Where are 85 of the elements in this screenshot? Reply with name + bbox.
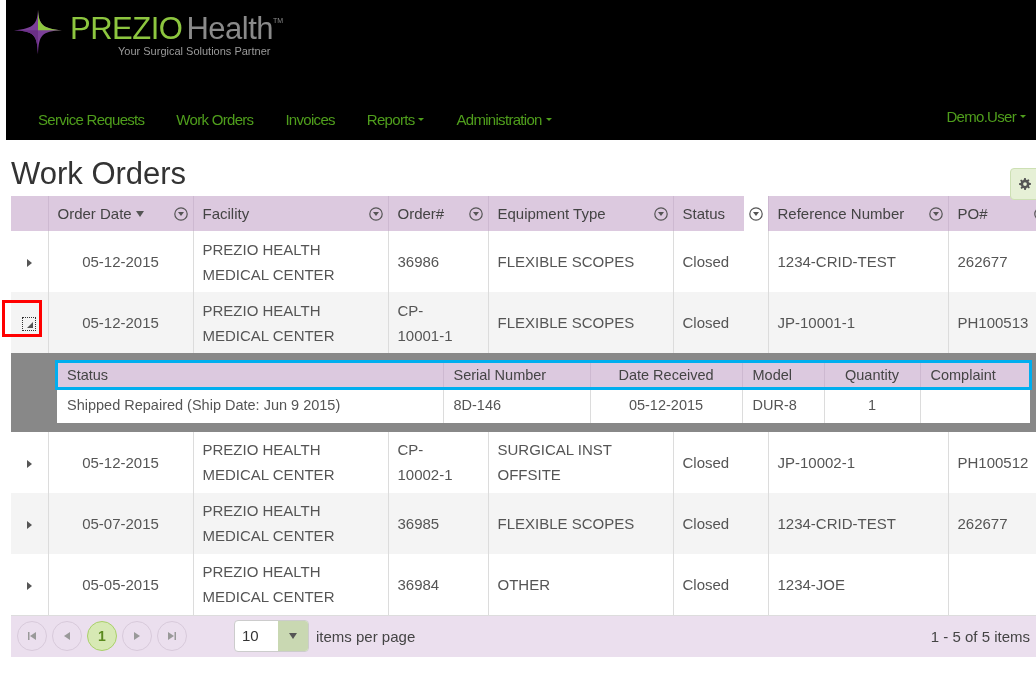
table-cell: 05-05-2015: [82, 575, 159, 593]
brand-name-suffix: Health: [186, 14, 273, 44]
column-header[interactable]: Serial Number: [443, 362, 590, 389]
table-cell: Closed: [682, 253, 730, 270]
table-cell: PREZIO HEALTH MEDICAL CENTER: [202, 563, 335, 605]
table-cell: SURGICAL INST OFFSITE: [497, 441, 612, 483]
column-header[interactable]: Model: [742, 362, 824, 389]
previous-page-icon: [64, 632, 70, 640]
expand-triangle-icon: [26, 259, 32, 268]
table-cell: 8D-146: [453, 397, 502, 414]
nav-link[interactable]: Invoices: [285, 111, 335, 128]
nav-link[interactable]: Administration: [456, 111, 552, 128]
settings-button[interactable]: [1010, 168, 1036, 200]
column-header[interactable]: Date Received: [590, 362, 742, 389]
table-cell: Closed: [682, 575, 730, 593]
table-cell: Closed: [682, 514, 730, 532]
table-cell: FLEXIBLE SCOPES: [497, 253, 635, 270]
first-page-icon: [28, 632, 36, 640]
column-header[interactable]: Complaint: [920, 362, 1030, 389]
table-cell: 1234-CRID-TEST: [777, 253, 896, 270]
page-size-select[interactable]: 10: [234, 620, 309, 652]
table-cell: 05-12-2015: [628, 397, 704, 414]
table-cell: Shipped Repaired (Ship Date: Jun 9 2015): [67, 397, 341, 414]
table-cell: 05-12-2015: [82, 253, 159, 270]
collapse-triangle-icon: [27, 322, 34, 329]
table-cell: PREZIO HEALTH MEDICAL CENTER: [202, 301, 335, 344]
table-cell: 05-12-2015: [82, 314, 159, 331]
last-page-icon: [168, 632, 176, 640]
filter-icon[interactable]: [928, 206, 943, 221]
table-cell: DUR-8: [752, 397, 797, 414]
filter-icon[interactable]: [368, 206, 383, 221]
expand-triangle-icon: [26, 581, 32, 590]
column-header[interactable]: Order#: [388, 196, 488, 231]
column-header[interactable]: Facility: [193, 196, 388, 231]
table-cell: 36986: [397, 253, 440, 270]
table-cell: 262677: [957, 253, 1008, 270]
table-cell: 1234-CRID-TEST: [777, 514, 896, 532]
column-header[interactable]: Order Date: [48, 196, 193, 231]
table-cell: 1: [867, 397, 877, 414]
user-menu[interactable]: Demo.User: [946, 108, 1026, 125]
table-cell: CP-10002-1: [397, 441, 453, 483]
table-cell: 05-12-2015: [82, 453, 159, 471]
dropdown-caret-icon: [289, 633, 297, 639]
column-header[interactable]: PO#: [948, 196, 1036, 231]
column-header[interactable]: Reference Number: [768, 196, 948, 231]
table-cell: FLEXIBLE SCOPES: [497, 514, 635, 532]
filter-icon[interactable]: [468, 206, 483, 221]
table-cell: JP-10002-1: [777, 453, 856, 471]
table-cell: PH100512: [957, 453, 1029, 471]
filter-icon[interactable]: [748, 206, 763, 221]
filter-icon[interactable]: [173, 206, 188, 221]
brand-name: PREZIO: [70, 14, 183, 44]
table-cell: Closed: [682, 453, 730, 471]
page-title: Work Orders: [11, 156, 187, 192]
expand-triangle-icon: [26, 459, 32, 468]
nav-link[interactable]: Work Orders: [176, 111, 254, 128]
table-cell: 36984: [397, 575, 440, 593]
nav-link[interactable]: Service Requests: [38, 111, 145, 128]
table-cell: 262677: [957, 514, 1008, 532]
table-cell: 1234-JOE: [777, 575, 846, 593]
expand-triangle-icon: [26, 520, 32, 529]
next-page-icon: [134, 632, 140, 640]
column-header[interactable]: Status: [673, 196, 768, 231]
table-cell: PREZIO HEALTH MEDICAL CENTER: [202, 441, 335, 483]
table-cell: Closed: [682, 314, 730, 331]
nav-link[interactable]: Reports: [366, 111, 425, 128]
table-cell: JP-10001-1: [777, 314, 856, 331]
column-header[interactable]: Status: [57, 362, 443, 389]
table-cell: OTHER: [497, 575, 550, 593]
expand-toggle[interactable]: [22, 317, 37, 332]
brand-tagline: Your Surgical Solutions Partner: [118, 45, 272, 57]
table-cell: 36985: [397, 514, 440, 532]
highlight-frame: [2, 300, 42, 337]
settings-icon: [1019, 178, 1031, 190]
table-cell: FLEXIBLE SCOPES: [497, 314, 635, 331]
table-cell: PREZIO HEALTH MEDICAL CENTER: [202, 240, 335, 283]
table-cell: CP-10001-1: [397, 301, 453, 344]
column-header[interactable]: Equipment Type: [488, 196, 673, 231]
table-cell: PH100513: [957, 314, 1029, 331]
page-size-label: items per page: [316, 627, 416, 645]
filter-icon[interactable]: [653, 206, 668, 221]
column-header[interactable]: Quantity: [824, 362, 920, 389]
table-cell: PREZIO HEALTH MEDICAL CENTER: [202, 502, 335, 544]
pager-summary: 1 - 5 of 5 items: [930, 627, 1030, 645]
table-cell: 05-07-2015: [82, 514, 159, 532]
